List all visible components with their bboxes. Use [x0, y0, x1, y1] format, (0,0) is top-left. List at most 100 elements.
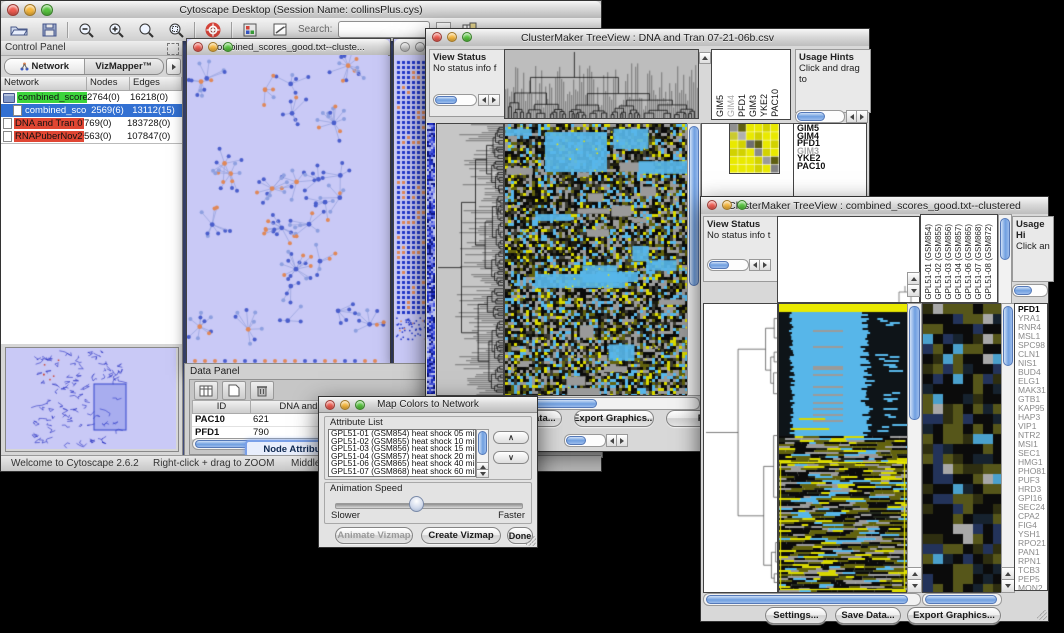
- birdseye-canvas[interactable]: [6, 348, 176, 449]
- row-dendrogram[interactable]: [436, 123, 504, 396]
- open-file-icon[interactable]: [7, 20, 31, 40]
- network-canvas[interactable]: [187, 55, 388, 368]
- column-label[interactable]: GPL51-04 (GSM857): [954, 224, 964, 300]
- heatmap[interactable]: [504, 123, 688, 396]
- view-status-scrollbar[interactable]: [433, 94, 477, 106]
- scroll-down-button[interactable]: [1001, 579, 1015, 593]
- settings-button[interactable]: Settings...: [765, 607, 827, 624]
- minimize-button[interactable]: [447, 32, 457, 42]
- heatmap-vscroll[interactable]: [687, 123, 701, 396]
- network-table-header[interactable]: Network Nodes Edges: [1, 77, 182, 91]
- speed-slider-thumb[interactable]: [409, 496, 424, 512]
- heatmap[interactable]: [778, 303, 908, 593]
- column-labels-vscroll[interactable]: [998, 214, 1012, 305]
- help-lifering-icon[interactable]: [201, 20, 225, 40]
- zoom-vscroll[interactable]: [1001, 303, 1015, 569]
- zoom-hscroll[interactable]: [922, 593, 1002, 606]
- save-data-button[interactable]: Save Data...: [835, 607, 901, 624]
- scroll-right-button[interactable]: [616, 434, 628, 447]
- scroll-right-button[interactable]: [856, 110, 868, 123]
- row-dendrogram[interactable]: [703, 303, 778, 593]
- zoom-heatmap[interactable]: [922, 303, 1002, 593]
- usage-hints-scrollbar[interactable]: [795, 110, 845, 123]
- scroll-right-button[interactable]: [759, 259, 771, 271]
- create-vizmap-button[interactable]: Create Vizmap: [421, 527, 501, 544]
- birdseye-view[interactable]: [5, 347, 179, 452]
- zoom-button[interactable]: [462, 32, 472, 42]
- similarity-matrix[interactable]: [729, 123, 780, 174]
- network-table-row[interactable]: DNA and Tran 07 769(0) 183728(0): [1, 117, 182, 130]
- close-button[interactable]: [707, 200, 717, 210]
- zoom-button[interactable]: [737, 200, 747, 210]
- tab-vizmapper[interactable]: VizMapper™: [85, 59, 164, 74]
- minimize-button[interactable]: [340, 400, 350, 410]
- close-button[interactable]: [7, 4, 19, 16]
- column-label[interactable]: GIM5: [715, 95, 726, 117]
- export-graphics-button[interactable]: Export Graphics...: [907, 607, 1001, 624]
- zoom-button[interactable]: [355, 400, 365, 410]
- delete-attribute-icon[interactable]: [250, 381, 274, 400]
- column-label[interactable]: GPL51-01 (GSM854): [924, 224, 934, 300]
- network-table-row[interactable]: combined_scores 2764(0) 16218(0): [1, 91, 182, 104]
- zoom-button[interactable]: [223, 42, 233, 52]
- animate-vizmap-button[interactable]: Animate Vizmap: [335, 527, 413, 544]
- column-label[interactable]: GPL51-06 (GSM865): [964, 224, 974, 300]
- scroll-down-button[interactable]: [907, 284, 920, 297]
- column-label[interactable]: GPL51-02 (GSM855): [934, 224, 944, 300]
- tabs-overflow-button[interactable]: [166, 58, 181, 75]
- column-label[interactable]: PAC10: [770, 89, 781, 117]
- search-input[interactable]: [338, 21, 430, 38]
- column-dendrogram[interactable]: [777, 216, 920, 303]
- zoom-fit-icon[interactable]: [164, 20, 188, 40]
- network-view-titlebar[interactable]: combined_scores_good.txt--cluste...: [187, 39, 390, 56]
- view-status-scrollbar[interactable]: [707, 259, 749, 271]
- column-label[interactable]: GIM3: [748, 95, 759, 117]
- move-up-button[interactable]: ∧: [493, 431, 529, 444]
- speed-slider-track[interactable]: [335, 503, 523, 509]
- network-table-row[interactable]: combined_sco 2569(6) 13112(15): [1, 104, 182, 117]
- heatmap-vscroll[interactable]: [907, 303, 922, 569]
- column-label[interactable]: GPL51-07 (GSM868): [974, 224, 984, 300]
- close-button[interactable]: [193, 42, 203, 52]
- minimize-button[interactable]: [24, 4, 36, 16]
- column-dendrogram[interactable]: [504, 49, 699, 119]
- attribute-list-item[interactable]: GPL51-07 (GSM868) heat shock 60 min: [329, 468, 475, 476]
- scroll-down-button[interactable]: [476, 469, 489, 478]
- attribute-select-icon[interactable]: [194, 381, 218, 400]
- map-dialog-titlebar[interactable]: Map Colors to Network: [319, 397, 537, 413]
- column-label[interactable]: YKE2: [759, 94, 770, 117]
- zoom-out-icon[interactable]: [74, 20, 98, 40]
- node-attributes-icon[interactable]: [238, 20, 262, 40]
- row-label[interactable]: PAC10: [797, 163, 866, 171]
- resize-grip[interactable]: [526, 536, 536, 546]
- tab-network[interactable]: Network: [5, 59, 85, 74]
- network-table-row[interactable]: RNAPuberNov2+I 563(0) 107847(0): [1, 130, 182, 143]
- heatmap-hscroll[interactable]: [703, 593, 921, 606]
- zoom-selected-icon[interactable]: [134, 20, 158, 40]
- column-label[interactable]: PFD1: [737, 94, 748, 117]
- close-button[interactable]: [400, 42, 410, 52]
- attribute-list-vscroll[interactable]: [476, 429, 489, 464]
- close-button[interactable]: [432, 32, 442, 42]
- scroll-right-button[interactable]: [488, 94, 500, 106]
- minimize-button[interactable]: [415, 42, 425, 52]
- main-titlebar[interactable]: Cytoscape Desktop (Session Name: collins…: [1, 1, 601, 19]
- resize-grip[interactable]: [1037, 610, 1047, 620]
- annotation-icon[interactable]: [268, 20, 292, 40]
- close-button[interactable]: [325, 400, 335, 410]
- treeview-dna-titlebar[interactable]: ClusterMaker TreeView : DNA and Tran 07-…: [426, 29, 869, 47]
- zoom-in-icon[interactable]: [104, 20, 128, 40]
- minimize-button[interactable]: [208, 42, 218, 52]
- column-label[interactable]: GIM4: [726, 95, 737, 117]
- scroll-down-button[interactable]: [907, 579, 922, 593]
- usage-hints-scrollbar[interactable]: [1012, 284, 1048, 297]
- column-label[interactable]: GPL51-03 (GSM856): [944, 224, 954, 300]
- new-attribute-icon[interactable]: [222, 381, 246, 400]
- column-label[interactable]: GPL51-08 (GSM872): [984, 224, 994, 300]
- gene-label[interactable]: MON2: [1018, 584, 1047, 591]
- float-panel-icon[interactable]: [167, 43, 179, 55]
- zoom-button[interactable]: [41, 4, 53, 16]
- export-graphics-button[interactable]: Export Graphics...: [574, 410, 654, 427]
- bottom-scrollbar[interactable]: [564, 434, 606, 447]
- move-down-button[interactable]: ∨: [493, 451, 529, 464]
